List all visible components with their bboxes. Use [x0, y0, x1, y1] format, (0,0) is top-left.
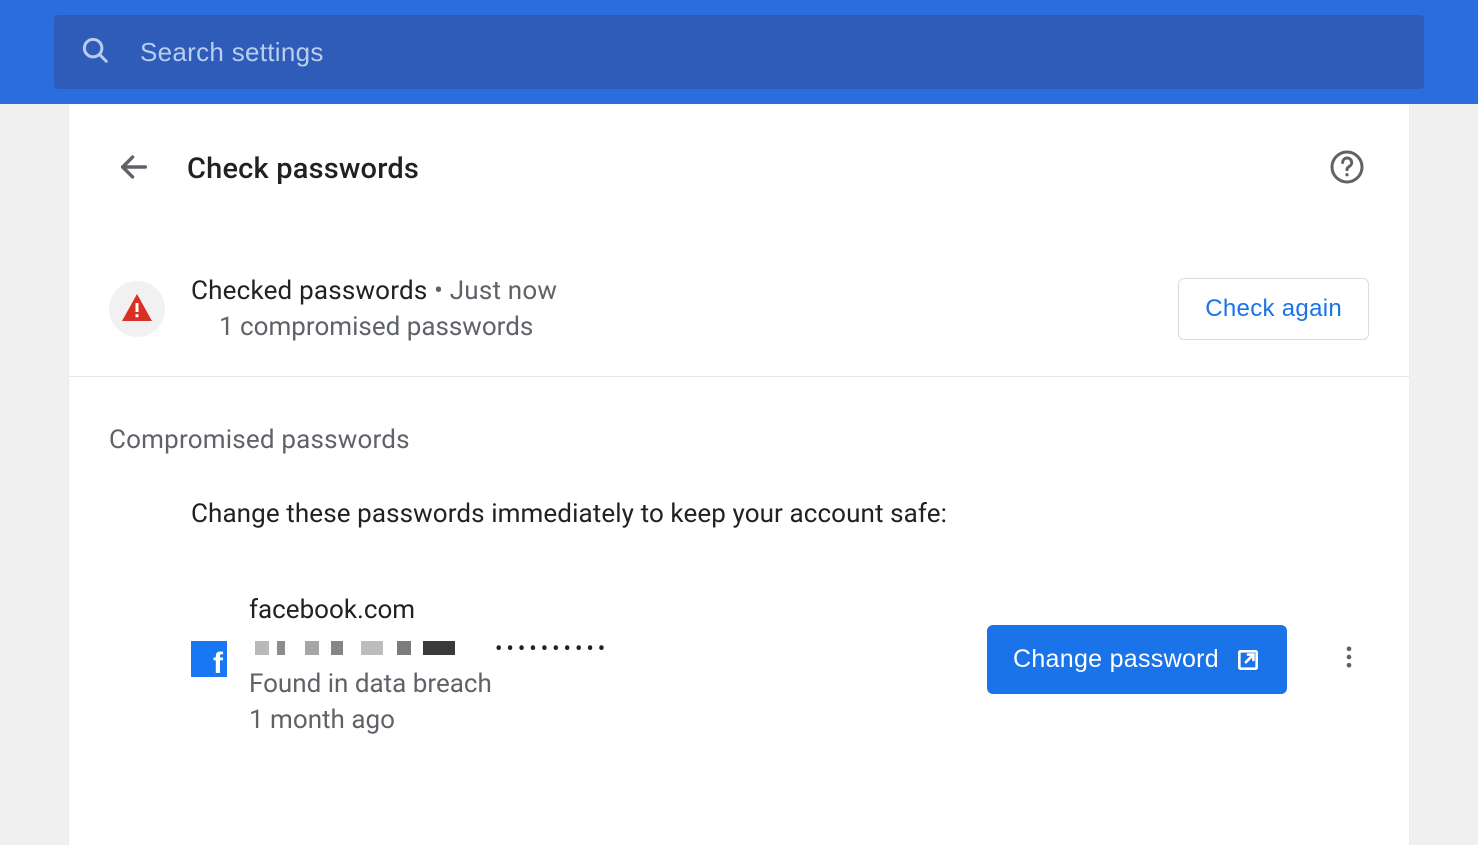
- content-area: Check passwords Check: [0, 104, 1478, 845]
- external-link-icon: [1235, 647, 1261, 673]
- warning-icon: [109, 281, 165, 337]
- settings-card: Check passwords Check: [69, 104, 1409, 845]
- status-line-1: Checked passwords • Just now: [191, 276, 1178, 306]
- site-name: facebook.com: [249, 595, 987, 625]
- credentials-line: ••••••••••: [255, 635, 987, 663]
- site-favicon: [191, 641, 227, 677]
- facebook-icon: [191, 641, 227, 677]
- compromised-item: facebook.com •••••••••• Found in data br…: [69, 529, 1409, 735]
- page-title: Check passwords: [187, 152, 419, 186]
- status-label: Checked passwords: [191, 276, 427, 306]
- status-text: Checked passwords • Just now 1 compromis…: [191, 276, 1178, 342]
- compromised-description: Change these passwords immediately to ke…: [69, 455, 1409, 529]
- more-options-button[interactable]: [1329, 637, 1369, 681]
- page-header: Check passwords: [69, 104, 1409, 196]
- password-masked: ••••••••••: [495, 637, 609, 662]
- username-redacted: [255, 635, 465, 663]
- compromised-item-details: facebook.com •••••••••• Found in data br…: [249, 595, 987, 735]
- status-separator: •: [427, 276, 449, 306]
- search-icon: [80, 35, 110, 69]
- search-container[interactable]: [54, 15, 1424, 89]
- breach-age: 1 month ago: [249, 705, 987, 735]
- change-password-label: Change password: [1013, 645, 1219, 674]
- compromised-heading: Compromised passwords: [69, 377, 1409, 455]
- help-button[interactable]: [1325, 145, 1369, 193]
- back-button[interactable]: [109, 142, 159, 196]
- status-time: Just now: [450, 276, 557, 306]
- change-password-button[interactable]: Change password: [987, 625, 1287, 694]
- status-summary: 1 compromised passwords: [191, 312, 1178, 342]
- settings-search-bar: [0, 0, 1478, 104]
- check-again-button[interactable]: Check again: [1178, 278, 1369, 340]
- breach-label: Found in data breach: [249, 669, 987, 699]
- search-input[interactable]: [140, 37, 1398, 68]
- check-status-row: Checked passwords • Just now 1 compromis…: [69, 236, 1409, 377]
